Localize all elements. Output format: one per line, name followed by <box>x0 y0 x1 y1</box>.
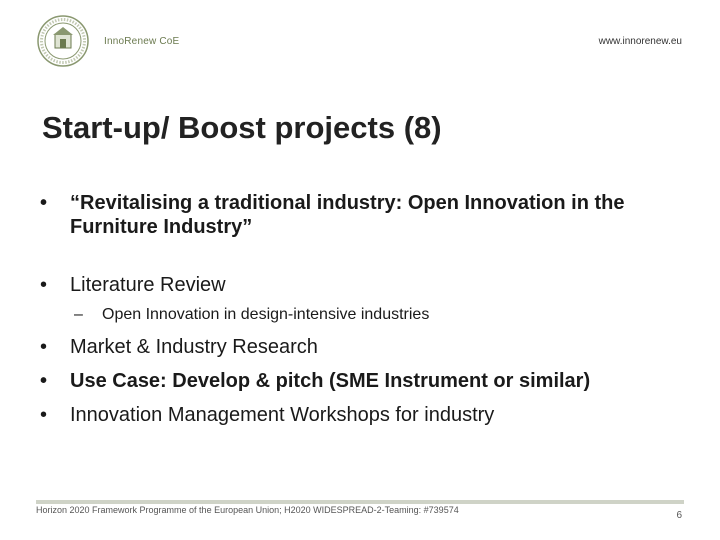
bullet-marker: • <box>40 336 48 358</box>
list-item: • Innovation Management Workshops for in… <box>40 403 680 427</box>
website-url: www.innorenew.eu <box>598 36 682 47</box>
slide: InnoRenew CoE www.innorenew.eu Start-up/… <box>0 0 720 540</box>
page-number: 6 <box>676 510 682 521</box>
list-item: • Use Case: Develop & pitch (SME Instrum… <box>40 369 680 393</box>
organization-name: InnoRenew CoE <box>104 36 180 47</box>
funding-note: Horizon 2020 Framework Programme of the … <box>36 505 459 515</box>
sub-bullet-marker: – <box>74 306 83 323</box>
innorenew-seal-icon <box>37 15 89 67</box>
sub-list-item: – Open Innovation in design-intensive in… <box>40 305 680 325</box>
list-item-text: Market & Industry Research <box>70 336 318 358</box>
list-item-text: “Revitalising a traditional industry: Op… <box>70 192 625 238</box>
sub-list-item-text: Open Innovation in design-intensive indu… <box>102 306 430 323</box>
bullet-marker: • <box>40 192 48 214</box>
bullet-marker: • <box>40 274 48 296</box>
list-item-text: Innovation Management Workshops for indu… <box>70 404 495 426</box>
list-item-text: Use Case: Develop & pitch (SME Instrumen… <box>70 370 591 392</box>
list-item: • Market & Industry Research <box>40 335 680 359</box>
list-item-text: Literature Review <box>70 274 226 296</box>
list-item: • Literature Review <box>40 273 680 297</box>
bullet-list: • “Revitalising a traditional industry: … <box>40 191 680 427</box>
list-item: • “Revitalising a traditional industry: … <box>40 191 680 239</box>
slide-title: Start-up/ Boost projects (8) <box>42 110 442 145</box>
bullet-marker: • <box>40 370 48 392</box>
bullet-marker: • <box>40 404 48 426</box>
